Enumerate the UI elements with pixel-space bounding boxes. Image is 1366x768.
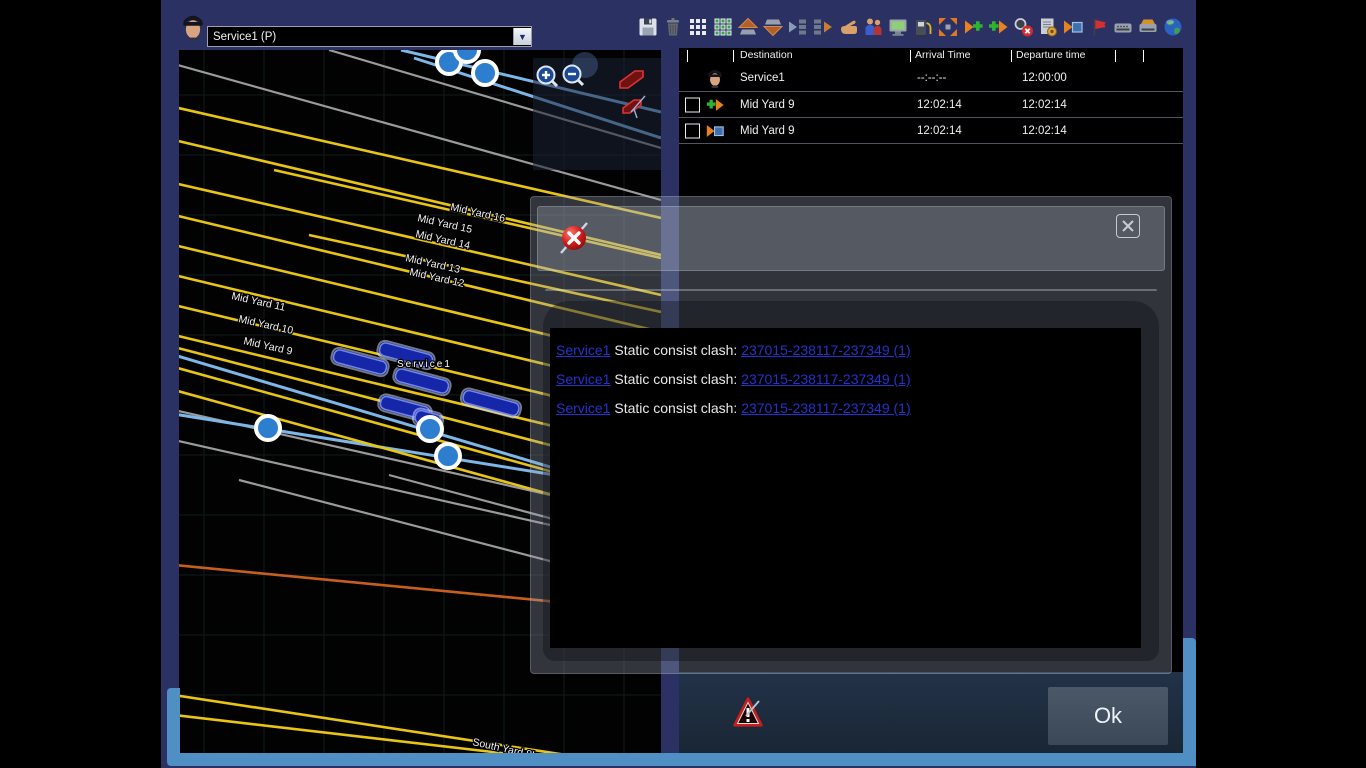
save-icon[interactable]: [637, 16, 659, 38]
portal-icon: [705, 121, 725, 141]
message-list: Service1 Static consist clash: 237015-23…: [550, 328, 1141, 423]
column-separator: [1011, 50, 1012, 62]
column-separator: [910, 50, 911, 62]
train-label: Service1: [397, 359, 452, 370]
world-icon[interactable]: [1162, 16, 1184, 38]
ok-button[interactable]: Ok: [1048, 687, 1168, 745]
clash-text: Static consist clash:: [610, 342, 741, 358]
message-box: Service1 Static consist clash: 237015-23…: [550, 328, 1141, 648]
clash-message: Service1 Static consist clash: 237015-23…: [556, 336, 1141, 365]
service-settings-icon[interactable]: [1037, 16, 1059, 38]
add-instruction-icon[interactable]: [987, 16, 1009, 38]
clash-text: Static consist clash:: [610, 371, 741, 387]
expand-icon[interactable]: [937, 16, 959, 38]
cell-arrival: 12:02:14: [917, 99, 962, 111]
consist[interactable]: [459, 387, 522, 419]
passengers-icon[interactable]: [862, 16, 884, 38]
driver-icon: [705, 68, 725, 88]
toolbar: [637, 15, 1184, 39]
fuel-pump-icon[interactable]: [912, 16, 934, 38]
flag-icon[interactable]: [1087, 16, 1109, 38]
service-selector[interactable]: Service1 (P) ▼: [207, 26, 532, 47]
table-row[interactable]: Mid Yard 9 12:02:14 12:02:14: [679, 118, 1183, 144]
close-icon[interactable]: [1116, 214, 1140, 238]
grid-white-icon[interactable]: [687, 16, 709, 38]
append-right-icon[interactable]: [812, 16, 834, 38]
error-signal-icon: [554, 218, 594, 258]
clash-message: Service1 Static consist clash: 237015-23…: [556, 394, 1141, 423]
grid-green-icon[interactable]: [712, 16, 734, 38]
service-selector-value: Service1 (P): [208, 31, 513, 43]
clash-message: Service1 Static consist clash: 237015-23…: [556, 365, 1141, 394]
remove-error-icon[interactable]: [1012, 16, 1034, 38]
marker[interactable]: [455, 50, 479, 62]
service-link[interactable]: Service1: [556, 400, 610, 416]
consist-clash-dialog: Service1 Static consist clash: 237015-23…: [530, 196, 1172, 674]
raise-icon[interactable]: [737, 16, 759, 38]
column-separator: [733, 50, 734, 62]
dialog-header: [537, 206, 1165, 271]
clash-link[interactable]: 237015-238117-237349 (1): [741, 400, 910, 416]
marker[interactable]: [256, 416, 280, 440]
column-separator: [1115, 50, 1116, 62]
marker[interactable]: [436, 444, 460, 468]
timetable-header: Destination Arrival Time Departure time: [679, 48, 1183, 64]
chevron-down-icon[interactable]: ▼: [513, 28, 531, 45]
cell-arrival: --:--:--: [917, 72, 946, 84]
column-separator: [1143, 50, 1144, 62]
driver-icon: [181, 13, 205, 41]
lower-icon[interactable]: [762, 16, 784, 38]
clash-link[interactable]: 237015-238117-237349 (1): [741, 342, 910, 358]
service-link[interactable]: Service1: [556, 342, 610, 358]
add-instruction-icon: [705, 95, 725, 115]
keyboard-icon[interactable]: [1137, 16, 1159, 38]
marker[interactable]: [473, 61, 497, 85]
portal-icon[interactable]: [1062, 16, 1084, 38]
frame-left: [167, 688, 180, 753]
row-checkbox[interactable]: [685, 123, 700, 138]
track-label: Mid Yard 10: [237, 313, 294, 337]
track-label: Mid Yard 11: [230, 290, 286, 314]
cell-arrival: 12:02:14: [917, 125, 962, 137]
shift-right-icon[interactable]: [787, 16, 809, 38]
frame-right: [1183, 638, 1196, 766]
monitor-icon[interactable]: [887, 16, 909, 38]
hand-icon[interactable]: [837, 16, 859, 38]
scenario-editor-window: Service1 (P) ▼ Mid Yard 16Mid Yard 15Mid…: [161, 0, 1196, 768]
frame-bottom: [167, 753, 1191, 766]
table-row[interactable]: Service1 --:--:-- 12:00:00: [679, 64, 1183, 92]
column-separator: [687, 50, 688, 62]
clash-text: Static consist clash:: [610, 400, 741, 416]
console-icon[interactable]: [1112, 16, 1134, 38]
row-checkbox[interactable]: [685, 97, 700, 112]
cell-destination: Service1: [740, 72, 785, 84]
cell-departure: 12:02:14: [1022, 99, 1067, 111]
confirm-bar: Ok: [679, 672, 1183, 755]
warning-icon: [732, 694, 764, 732]
marker[interactable]: [418, 417, 442, 441]
table-row[interactable]: Mid Yard 9 12:02:14 12:02:14: [679, 92, 1183, 118]
delete-icon[interactable]: [662, 16, 684, 38]
clash-link[interactable]: 237015-238117-237349 (1): [741, 371, 910, 387]
cell-destination: Mid Yard 9: [740, 99, 795, 111]
column-destination: Destination: [740, 49, 793, 61]
column-arrival-time: Arrival Time: [915, 49, 970, 61]
cell-destination: Mid Yard 9: [740, 125, 795, 137]
screen: Service1 (P) ▼ Mid Yard 16Mid Yard 15Mid…: [0, 0, 1366, 768]
dialog-divider: [545, 289, 1157, 291]
cell-departure: 12:00:00: [1022, 72, 1067, 84]
add-service-icon[interactable]: [962, 16, 984, 38]
service-link[interactable]: Service1: [556, 371, 610, 387]
column-departure-time: Departure time: [1016, 49, 1085, 61]
cell-departure: 12:02:14: [1022, 125, 1067, 137]
